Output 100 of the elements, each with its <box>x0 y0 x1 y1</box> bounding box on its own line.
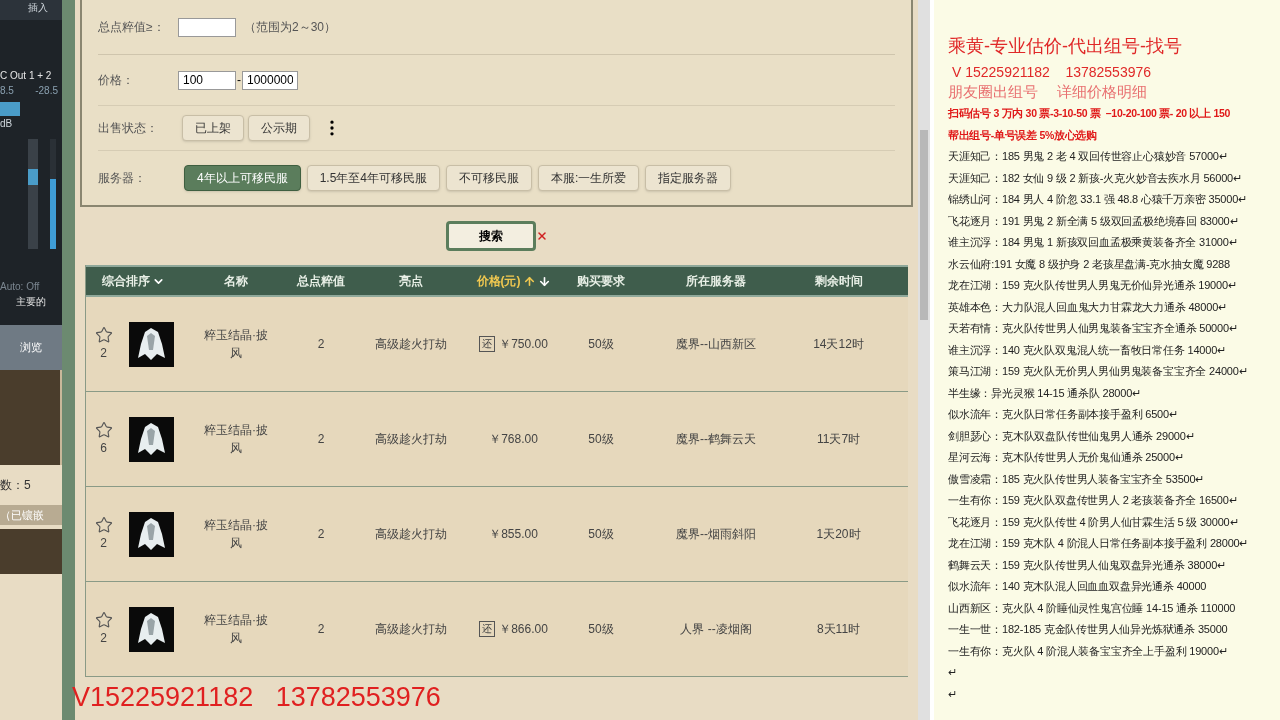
doc-line: 鹤舞云天：159 克火队传世男人仙鬼双盘异光通杀 38000↵ <box>948 557 1227 573</box>
filter-option[interactable]: 1.5年至4年可移民服 <box>306 165 441 191</box>
listing-row[interactable]: 6 粹玉结晶·披风 2 高级趁火打劫 ￥768.00 50级 魔界--鹤舞云天 11天7时 <box>86 392 908 487</box>
doc-line: 天涯知己：182 女仙 9 级 2 新孩-火克火妙音去疾水月 56000↵ <box>948 170 1243 186</box>
level-requirement: 50级 <box>588 621 614 638</box>
level-requirement: 50级 <box>588 526 614 543</box>
channel-name: C Out 1 + 2 <box>0 69 53 83</box>
level-reading: 8.5 <box>0 84 14 98</box>
doc-line: 谁主沉浮：140 克火队双鬼混人统一畜牧日常任务 14000↵ <box>948 342 1227 358</box>
filter-option[interactable]: 本服:一生所爱 <box>538 165 640 191</box>
doc-line: 半生缘：异光灵猴 14-15 通杀队 28000↵ <box>948 385 1142 401</box>
time-remaining: 11天7时 <box>816 431 861 448</box>
favorite-icon[interactable] <box>94 516 113 534</box>
highlight-text: 高级趁火打劫 <box>375 621 447 638</box>
inventory-grid <box>0 529 62 574</box>
doc-line: 山西新区：克火队 4 阶睡仙灵性鬼宫位睡 14-15 通杀 110000 <box>948 600 1237 616</box>
points-value: 2 <box>317 526 325 543</box>
time-remaining: 1天20时 <box>816 526 861 543</box>
favorite-count: 2 <box>100 535 107 552</box>
doc-line: 傲雪凌霜：185 克火队传世男人装备宝宝齐全 53500↵ <box>948 471 1206 487</box>
column-header[interactable]: 名称 <box>224 272 248 290</box>
doc-line: 似水流年：克火队日常任务副本接手盈利 6500↵ <box>948 407 1179 422</box>
points-value: 2 <box>317 336 325 353</box>
points-value: 2 <box>317 621 325 638</box>
doc-line: 一生有你：克火队 4 阶混人装备宝宝齐全上手盈利 19000↵ <box>948 643 1229 659</box>
bus-name: 主要的 <box>15 295 47 309</box>
doc-line: 龙在江湖：159 克木队 4 阶混人日常任务副本接手盈利 28000↵ <box>948 536 1250 551</box>
filter-label: 价格： <box>98 72 135 89</box>
points-field[interactable] <box>178 17 236 37</box>
insert-slot[interactable]: 插入 <box>0 0 62 20</box>
scrollbar[interactable] <box>918 0 930 720</box>
volume-fader[interactable] <box>28 139 38 249</box>
listing-row[interactable]: 2 粹玉结晶·披风 2 高级趁火打劫 还 ￥866.00 50级 人界 --凌烟阁 8天11时 <box>86 582 908 677</box>
column-header[interactable]: 剩余时间 <box>814 272 863 290</box>
doc-line: 天涯知己：185 男鬼 2 老 4 双回传世容止心猿妙音 57000↵ <box>948 149 1229 164</box>
filter-option[interactable]: 4年以上可移民服 <box>184 165 301 191</box>
cape-icon <box>128 321 174 367</box>
server-name: 魔界--鹤舞云天 <box>676 431 756 448</box>
favorite-count: 6 <box>100 440 107 457</box>
price-text: ￥855.00 <box>489 526 538 543</box>
doc-line: 水云仙府:191 女魔 8 级护身 2 老孩星盘满-克水抽女魔 9288 <box>948 256 1231 272</box>
item-name: 粹玉结晶·披风 <box>203 612 269 647</box>
doc-line: 飞花逐月：191 男鬼 2 新全满 5 级双回孟极绝境春回 83000↵ <box>948 213 1240 229</box>
doc-line: 一生有你：159 克火队双盘传世男人 2 老孩装备齐全 16500↵ <box>948 493 1239 508</box>
level-requirement: 50级 <box>588 431 614 448</box>
item-name: 粹玉结晶·披风 <box>203 327 269 362</box>
filter-option[interactable]: 不可移民服 <box>446 165 533 191</box>
filter-option[interactable]: 已上架 <box>182 115 244 141</box>
column-header[interactable]: 所在服务器 <box>686 272 746 290</box>
doc-line: 剑胆瑟心：克木队双盘队传世仙鬼男人通杀 29000↵ <box>948 428 1196 444</box>
column-header[interactable]: 总点粹值 <box>297 272 345 290</box>
filter-label: 出售状态： <box>98 120 159 137</box>
doc-line: 星河云海：克木队传世男人无价鬼仙通杀 25000↵ <box>948 450 1185 465</box>
return-badge: 还 <box>479 621 496 637</box>
column-header[interactable]: 亮点 <box>399 272 423 290</box>
filter-label: 服务器： <box>98 170 147 187</box>
doc-subtitle: 朋友圈出组号 详细价格明细 <box>948 82 1149 102</box>
listing-row[interactable]: 2 粹玉结晶·披风 2 高级趁火打劫 还 ￥750.00 50级 魔界--山西新区 14天12时 <box>86 297 908 392</box>
doc-line: ↵ <box>948 686 958 702</box>
unit-label: dB <box>0 117 14 131</box>
doc-notice: 帮出组号-单号误差 5%放心选购 <box>948 128 1098 143</box>
search-button[interactable]: 搜索 <box>445 221 536 251</box>
browse-tab[interactable]: 浏览 <box>20 339 42 356</box>
sort-down-icon[interactable] <box>537 274 551 288</box>
listing-row[interactable]: 2 粹玉结晶·披风 2 高级趁火打劫 ￥855.00 50级 魔界--烟雨斜阳 1天20时 <box>86 487 908 582</box>
automation-mode[interactable]: Auto: Off <box>0 279 62 294</box>
column-header[interactable]: 价格(元) <box>476 272 521 290</box>
filter-option[interactable]: 指定服务器 <box>645 165 732 191</box>
points-value: 2 <box>317 431 325 448</box>
favorite-count: 2 <box>100 345 107 362</box>
price-text: ￥866.00 <box>499 621 548 638</box>
doc-line: 锦绣山河：184 男人 4 阶忽 33.1 强 48.8 心猿千万亲密 35000↵ <box>948 192 1248 207</box>
close-icon[interactable] <box>535 230 548 242</box>
return-badge: 还 <box>479 336 496 352</box>
level-requirement: 50级 <box>588 336 614 353</box>
filter-label: 总点粹值≥： <box>98 19 166 36</box>
favorite-icon[interactable] <box>94 326 113 344</box>
doc-line: 英雄本色：大力队混人回血鬼大力甘霖龙大力通杀 48000↵ <box>948 299 1228 315</box>
range-dash: - <box>237 72 241 89</box>
doc-contact: V 15225921182 13782553976 <box>951 63 1153 82</box>
sort-up-icon[interactable] <box>522 274 536 288</box>
doc-heading: 乘黄-专业估价-代出组号-找号 <box>948 35 1183 58</box>
favorite-icon[interactable] <box>94 611 113 629</box>
column-header[interactable]: 购买要求 <box>577 272 625 290</box>
server-name: 魔界--山西新区 <box>676 336 756 353</box>
highlight-text: 高级趁火打劫 <box>375 431 447 448</box>
column-header[interactable]: 综合排序 <box>102 272 150 290</box>
min-price-field[interactable]: 100 <box>178 70 236 90</box>
cape-icon <box>128 511 174 557</box>
cape-icon <box>128 416 174 462</box>
doc-line: 龙在江湖：159 克火队传世男人男鬼无价仙异光通杀 19000↵ <box>948 278 1238 293</box>
doc-line: 策马江湖：159 克火队无价男人男仙男鬼装备宝宝齐全 24000↵ <box>948 364 1249 379</box>
doc-line: 谁主沉浮：184 男鬼 1 新孩双回血孟极乘黄装备齐全 31000↵ <box>948 235 1239 250</box>
price-text: ￥750.00 <box>499 336 548 353</box>
max-price-field[interactable]: 1000000 <box>242 70 298 90</box>
doc-notice: 扫码估号 3 万内 30 票-3-10-50 票 –10-20-100 票- 20 以上 150 <box>948 106 1231 121</box>
doc-line: 天若有情：克火队传世男人仙男鬼装备宝宝齐全通杀 50000↵ <box>948 321 1239 336</box>
filter-option[interactable]: 公示期 <box>248 115 310 141</box>
server-name: 人界 --凌烟阁 <box>680 621 752 638</box>
favorite-icon[interactable] <box>94 421 113 439</box>
